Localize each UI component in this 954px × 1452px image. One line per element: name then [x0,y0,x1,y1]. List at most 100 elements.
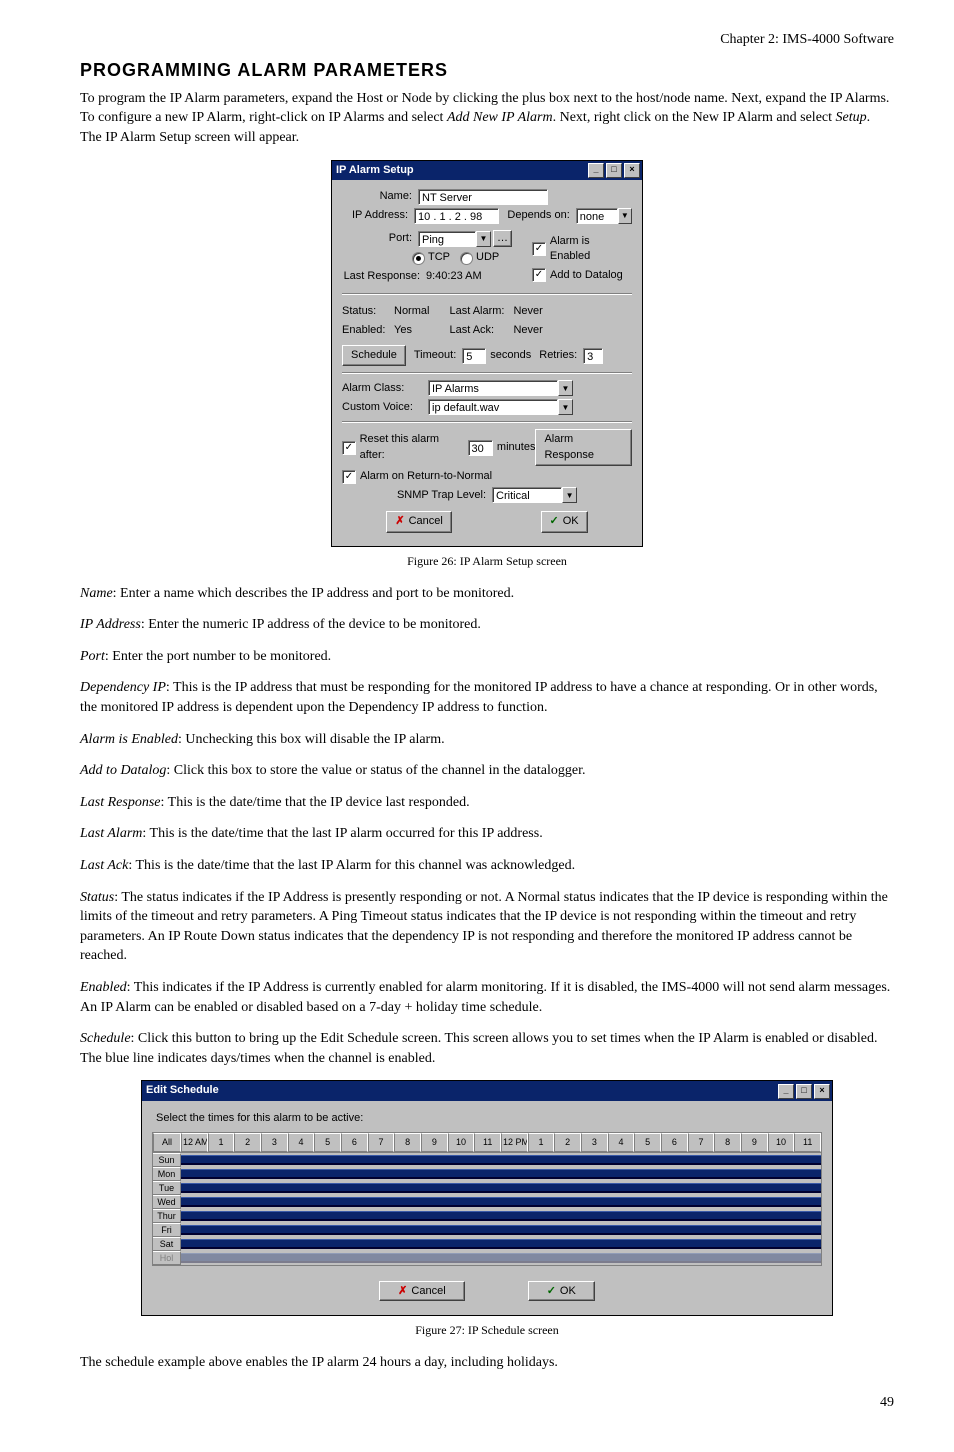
schedule-row[interactable]: Sun [153,1153,821,1167]
schedule-active-bar[interactable] [181,1183,821,1194]
hour-header-cell[interactable]: 3 [581,1133,608,1152]
hour-header-cell[interactable]: 2 [234,1133,261,1152]
schedule-row[interactable]: Tue [153,1181,821,1195]
day-header-cell[interactable]: Wed [153,1195,181,1210]
day-header-cell[interactable]: Sun [153,1153,181,1168]
schedule-grid[interactable]: SunMonTueWedThurFriSatHol [152,1153,822,1266]
def-dependency: Dependency IP: This is the IP address th… [80,678,894,717]
def-last-response: Last Response: This is the date/time tha… [80,793,894,813]
add-to-datalog-checkbox[interactable]: ✓ [532,268,546,282]
hour-header-cell[interactable]: 9 [421,1133,448,1152]
custom-voice-select[interactable]: ip default.wav [428,399,558,415]
reset-minutes-input[interactable]: 30 [468,440,493,456]
schedule-active-bar[interactable] [181,1155,821,1166]
retries-input[interactable]: 3 [583,348,603,364]
ok-button[interactable]: ✓OK [541,511,588,532]
custom-voice-label: Custom Voice: [342,400,428,415]
day-header-cell[interactable]: Hol [153,1251,181,1266]
schedule-row[interactable]: Sat [153,1237,821,1251]
retries-label: Retries: [539,348,583,363]
schedule-hour-header[interactable]: All12 AM123456789101112 PM1234567891011 [152,1132,822,1153]
snmp-trap-select[interactable]: Critical [492,487,562,503]
closing-paragraph: The schedule example above enables the I… [80,1353,894,1373]
hour-header-cell[interactable]: 3 [261,1133,288,1152]
schedule-row[interactable]: Hol [153,1251,821,1265]
hour-header-cell[interactable]: 7 [688,1133,715,1152]
timeout-input[interactable]: 5 [462,348,486,364]
page-number: 49 [80,1393,894,1413]
hour-header-cell[interactable]: 7 [368,1133,395,1152]
cancel-button[interactable]: ✗Cancel [379,1281,464,1301]
day-header-cell[interactable]: Mon [153,1167,181,1182]
schedule-row[interactable]: Mon [153,1167,821,1181]
schedule-active-bar[interactable] [181,1197,821,1208]
hour-header-cell[interactable]: 9 [741,1133,768,1152]
day-header-cell[interactable]: Fri [153,1223,181,1238]
close-icon[interactable]: × [814,1084,830,1099]
close-icon[interactable]: × [624,163,640,178]
day-header-cell[interactable]: Thur [153,1209,181,1224]
tcp-radio[interactable] [412,252,425,265]
dialog-titlebar[interactable]: Edit Schedule _ □ × [142,1081,832,1100]
hour-header-cell[interactable]: 1 [528,1133,555,1152]
hour-header-cell[interactable]: 12 PM [501,1133,528,1152]
minimize-icon[interactable]: _ [588,163,604,178]
hour-header-cell[interactable]: 4 [608,1133,635,1152]
alarm-rtn-label: Alarm on Return-to-Normal [360,469,492,484]
day-header-cell[interactable]: Tue [153,1181,181,1196]
ip-alarm-setup-dialog: IP Alarm Setup _ □ × Name: NT Server IP … [331,160,643,547]
port-select[interactable]: Ping [418,231,476,247]
hour-header-cell[interactable]: All [153,1133,181,1152]
name-input[interactable]: NT Server [418,189,548,205]
chevron-down-icon[interactable]: ▼ [476,231,491,247]
ip-address-input[interactable]: 10 . 1 . 2 . 98 [414,208,499,224]
port-more-button[interactable]: … [493,230,512,247]
schedule-row[interactable]: Thur [153,1209,821,1223]
ok-button[interactable]: ✓OK [528,1281,595,1301]
status-label: Status: [342,304,394,319]
figure-27-caption: Figure 27: IP Schedule screen [80,1322,894,1339]
hour-header-cell[interactable]: 8 [394,1133,421,1152]
udp-radio[interactable] [460,252,473,265]
hour-header-cell[interactable]: 5 [314,1133,341,1152]
minimize-icon[interactable]: _ [778,1084,794,1099]
port-label: Port: [342,231,418,246]
alarm-enabled-checkbox[interactable]: ✓ [532,242,546,256]
schedule-active-bar[interactable] [181,1239,821,1250]
hour-header-cell[interactable]: 10 [768,1133,795,1152]
hour-header-cell[interactable]: 6 [661,1133,688,1152]
hour-header-cell[interactable]: 1 [208,1133,235,1152]
hour-header-cell[interactable]: 4 [288,1133,315,1152]
hour-header-cell[interactable]: 11 [474,1133,501,1152]
hour-header-cell[interactable]: 12 AM [181,1133,208,1152]
depends-on-label: Depends on: [507,208,575,223]
schedule-active-bar[interactable] [181,1253,821,1264]
schedule-button[interactable]: Schedule [342,345,406,366]
maximize-icon[interactable]: □ [606,163,622,178]
last-ack-value: Never [513,323,542,338]
schedule-active-bar[interactable] [181,1169,821,1180]
chevron-down-icon[interactable]: ▼ [562,487,577,503]
schedule-active-bar[interactable] [181,1211,821,1222]
hour-header-cell[interactable]: 5 [634,1133,661,1152]
schedule-row[interactable]: Wed [153,1195,821,1209]
hour-header-cell[interactable]: 11 [794,1133,821,1152]
chevron-down-icon[interactable]: ▼ [558,380,573,396]
alarm-response-button[interactable]: Alarm Response [535,429,632,466]
alarm-class-select[interactable]: IP Alarms [428,380,558,396]
schedule-active-bar[interactable] [181,1225,821,1236]
hour-header-cell[interactable]: 10 [448,1133,475,1152]
hour-header-cell[interactable]: 6 [341,1133,368,1152]
cancel-button[interactable]: ✗Cancel [386,511,451,532]
hour-header-cell[interactable]: 8 [714,1133,741,1152]
chevron-down-icon[interactable]: ▼ [618,208,632,224]
depends-on-select[interactable]: none [576,208,618,224]
chevron-down-icon[interactable]: ▼ [558,399,573,415]
def-ip: IP Address: Enter the numeric IP address… [80,615,894,635]
day-header-cell[interactable]: Sat [153,1237,181,1252]
maximize-icon[interactable]: □ [796,1084,812,1099]
alarm-rtn-checkbox[interactable]: ✓ [342,470,356,484]
hour-header-cell[interactable]: 2 [554,1133,581,1152]
reset-alarm-checkbox[interactable]: ✓ [342,441,356,455]
dialog-titlebar[interactable]: IP Alarm Setup _ □ × [332,161,642,180]
